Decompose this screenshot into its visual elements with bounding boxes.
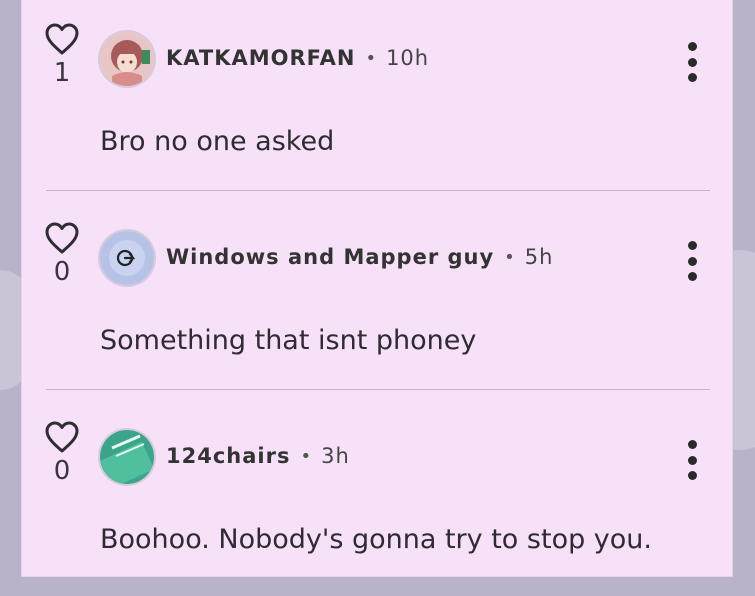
comment-item: 1 KATKAMORFAN • 10h Bro no one asked [22, 0, 732, 198]
comment-text: Bro no one asked [100, 126, 335, 157]
dot-icon [687, 471, 697, 480]
dot-icon [687, 455, 697, 465]
more-options-button[interactable] [680, 241, 704, 281]
username[interactable]: 124chairs [166, 444, 290, 468]
like-count: 0 [53, 456, 71, 486]
user-avatar[interactable] [100, 231, 154, 285]
more-options-button[interactable] [680, 440, 704, 480]
dot-icon [687, 272, 697, 281]
separator-dot: • [504, 246, 515, 268]
like-button[interactable]: 1 [42, 22, 82, 88]
comment-item: 0 124chairs • 3h Boohoo. Nobody's gonna … [22, 398, 732, 596]
user-avatar[interactable] [100, 430, 154, 484]
comment-header: 124chairs • 3h [166, 444, 350, 468]
comment-header: Windows and Mapper guy • 5h [166, 245, 553, 269]
like-button[interactable]: 0 [42, 420, 82, 486]
green-124-avatar-icon [100, 430, 154, 484]
like-count: 0 [53, 257, 71, 287]
user-avatar[interactable] [100, 32, 154, 86]
dot-icon [687, 241, 697, 250]
dot-icon [687, 440, 697, 449]
timestamp: 5h [524, 245, 554, 269]
divider [46, 190, 710, 191]
timestamp: 10h [386, 46, 430, 70]
dot-icon [687, 256, 697, 266]
anime-girl-avatar-icon [100, 32, 154, 86]
like-button[interactable]: 0 [42, 221, 82, 287]
separator-dot: • [365, 47, 377, 69]
dot-icon [687, 42, 697, 51]
dot-icon [687, 73, 697, 82]
separator-dot: • [300, 445, 312, 467]
comment-item: 0 Windows and Mapper guy • 5h Something … [22, 199, 732, 397]
comments-panel: 1 KATKAMORFAN • 10h Bro no one asked 0 W… [22, 0, 732, 576]
comment-header: KATKAMORFAN • 10h [166, 46, 429, 70]
username[interactable]: KATKAMORFAN [166, 46, 355, 70]
timestamp: 3h [321, 444, 350, 468]
heart-icon [45, 23, 79, 55]
username[interactable]: Windows and Mapper guy [166, 245, 494, 269]
more-options-button[interactable] [680, 42, 704, 82]
like-count: 1 [53, 58, 71, 88]
comment-text: Something that isnt phoney [100, 325, 477, 356]
dot-icon [687, 57, 697, 67]
comment-text: Boohoo. Nobody's gonna try to stop you. [100, 524, 652, 555]
divider [46, 389, 710, 390]
logo-avatar-icon [100, 231, 154, 285]
heart-icon [45, 222, 79, 254]
heart-icon [45, 421, 79, 453]
